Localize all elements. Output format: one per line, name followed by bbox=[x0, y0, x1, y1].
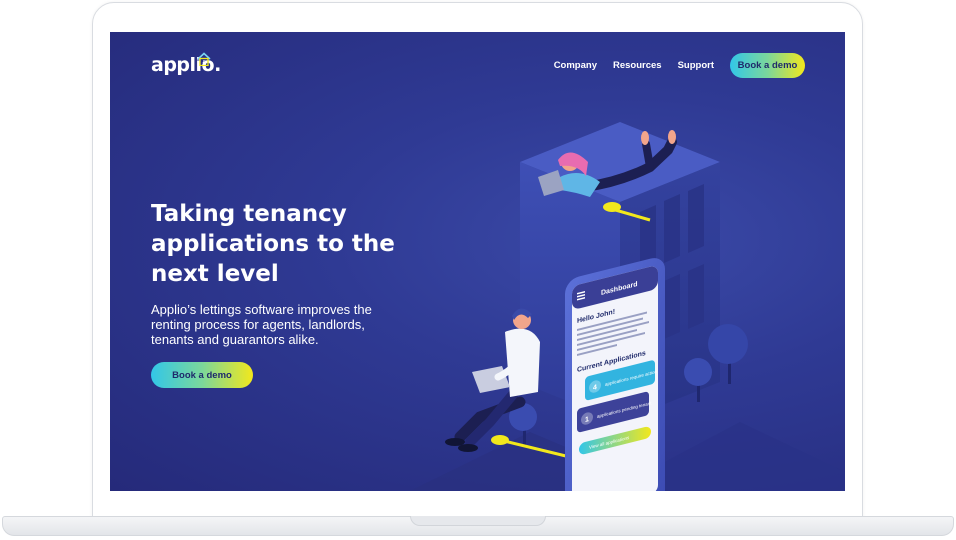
card-2-count: 1 bbox=[585, 415, 589, 424]
top-nav: Company Resources Support Book a demo bbox=[554, 53, 805, 78]
phone-device: Dashboard Hello John! Current Applicatio… bbox=[565, 258, 665, 491]
laptop-notch bbox=[410, 516, 546, 526]
hero-illustration: Dashboard Hello John! Current Applicatio… bbox=[410, 122, 845, 491]
svg-text:£: £ bbox=[202, 60, 206, 67]
nav-link-company[interactable]: Company bbox=[554, 60, 597, 71]
house-icon: £ bbox=[197, 52, 211, 66]
website-screen: applio. £ Company Resources Support Book… bbox=[110, 32, 845, 491]
nav-link-support[interactable]: Support bbox=[678, 60, 714, 71]
card-1-count: 4 bbox=[593, 383, 597, 392]
book-demo-hero-button[interactable]: Book a demo bbox=[151, 362, 253, 388]
book-demo-nav-button[interactable]: Book a demo bbox=[730, 53, 805, 78]
hero-title: Taking tenancy applications to the next … bbox=[151, 201, 395, 287]
applio-logo[interactable]: applio. £ bbox=[151, 52, 221, 76]
hero-subtitle: Applio’s lettings software improves the … bbox=[151, 302, 372, 347]
nav-link-resources[interactable]: Resources bbox=[613, 60, 662, 71]
